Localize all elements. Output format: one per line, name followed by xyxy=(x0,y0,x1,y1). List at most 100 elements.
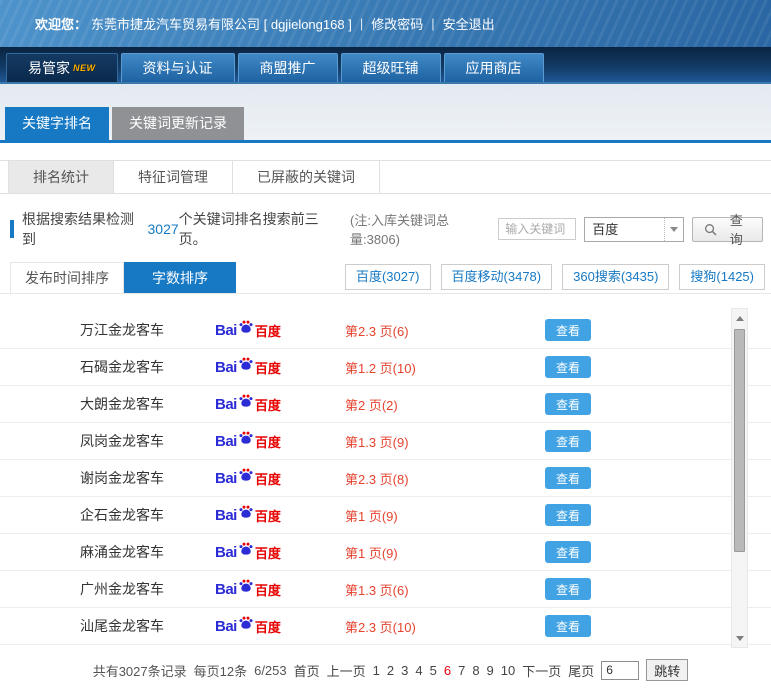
main-nav: 易管家 NEW 资料与认证 商盟推广 超级旺铺 应用商店 xyxy=(0,47,771,84)
table-row: 大朗金龙客车 Bai 百度 第2 页(2) 查看 xyxy=(0,386,771,423)
subtab-bar: 排名统计 特征词管理 已屏蔽的关键词 xyxy=(0,160,771,194)
view-button[interactable]: 查看 xyxy=(545,467,591,489)
view-button[interactable]: 查看 xyxy=(545,319,591,341)
company-name: 东莞市捷龙汽车贸易有限公司 [ dgjielong168 ] xyxy=(91,17,352,32)
table-row: 谢岗金龙客车 Bai 百度 第2.3 页(8) 查看 xyxy=(0,460,771,497)
keyword-cell: 凤岗金龙客车 xyxy=(80,433,164,449)
baidu-logo: Bai 百度 xyxy=(215,430,345,452)
baidu-logo-du: 百度 xyxy=(254,508,281,524)
logout-link[interactable]: 安全退出 xyxy=(443,14,495,33)
baidu-logo-bai: Bai xyxy=(215,469,237,487)
page-number-7[interactable]: 7 xyxy=(458,663,465,678)
view-button[interactable]: 查看 xyxy=(545,578,591,600)
scroll-down-icon[interactable] xyxy=(732,631,747,645)
baidu-logo-bai: Bai xyxy=(215,395,237,413)
page: 欢迎您： 东莞市捷龙汽车贸易有限公司 [ dgjielong168 ] | 修改… xyxy=(0,0,771,700)
filter-baidu-mobile[interactable]: 百度移动(3478) xyxy=(440,264,553,290)
baidu-paw-icon xyxy=(239,616,253,629)
baidu-paw-icon xyxy=(239,468,253,481)
page-number-2[interactable]: 2 xyxy=(387,663,394,678)
page-number-9[interactable]: 9 xyxy=(487,663,494,678)
baidu-paw-icon xyxy=(239,505,253,518)
view-button[interactable]: 查看 xyxy=(545,541,591,563)
page-number-5[interactable]: 5 xyxy=(430,663,437,678)
view-button[interactable]: 查看 xyxy=(545,356,591,378)
rank-cell: 第2.3 页(6) xyxy=(345,323,409,339)
change-password-link[interactable]: 修改密码 xyxy=(371,14,423,33)
table-row: 麻涌金龙客车 Bai 百度 第1 页(9) 查看 xyxy=(0,534,771,571)
nav-tab-super-shop[interactable]: 超级旺铺 xyxy=(340,53,441,82)
filter-baidu[interactable]: 百度(3027) xyxy=(344,264,431,290)
page-number-3[interactable]: 3 xyxy=(401,663,408,678)
tab-row: 关键字排名 关键词更新记录 xyxy=(0,107,771,140)
rank-cell: 第1.3 页(9) xyxy=(345,434,409,450)
nav-tab-app-store[interactable]: 应用商店 xyxy=(443,53,544,82)
page-number-4[interactable]: 4 xyxy=(415,663,422,678)
welcome-prefix: 欢迎您： xyxy=(35,17,88,32)
keyword-cell: 企石金龙客车 xyxy=(80,507,164,523)
nav-tab-alliance-promo[interactable]: 商盟推广 xyxy=(237,53,338,82)
prev-page-link[interactable]: 上一页 xyxy=(327,661,366,680)
nav-tab-credentials[interactable]: 资料与认证 xyxy=(120,53,235,82)
new-badge: NEW xyxy=(73,63,96,73)
accent-bar xyxy=(10,220,14,238)
nav-tab-yiguanjia[interactable]: 易管家 NEW xyxy=(6,53,118,82)
query-button[interactable]: 查 询 xyxy=(691,213,763,247)
engine-select[interactable]: 百度 xyxy=(584,216,684,242)
subtab-feature-words[interactable]: 特征词管理 xyxy=(114,161,233,193)
per-page: 每页12条 xyxy=(193,663,248,679)
keyword-count: 3027 xyxy=(147,221,179,237)
rank-cell: 第2.3 页(8) xyxy=(345,471,409,487)
pagination: 共有3027条记录 每页12条 6/253 首页 上一页 1 2 3 4 5 6… xyxy=(0,659,771,681)
nav-tab-label: 应用商店 xyxy=(465,60,522,76)
page-number-6-current[interactable]: 6 xyxy=(444,663,451,678)
table-scrollbar[interactable] xyxy=(731,308,748,648)
tab-keyword-ranking[interactable]: 关键字排名 xyxy=(5,107,109,140)
baidu-paw-icon xyxy=(239,320,253,333)
baidu-logo-du: 百度 xyxy=(254,434,281,450)
subtab-blocked-keywords[interactable]: 已屏蔽的关键词 xyxy=(233,161,380,193)
baidu-logo-bai: Bai xyxy=(215,543,237,561)
next-page-link[interactable]: 下一页 xyxy=(522,661,561,680)
baidu-logo: Bai 百度 xyxy=(215,319,345,341)
keyword-cell: 石碣金龙客车 xyxy=(80,359,164,375)
engine-select-value: 百度 xyxy=(592,221,619,237)
summary-after: 个关键词排名搜索前三页。 xyxy=(178,211,319,247)
chevron-down-icon xyxy=(663,217,683,241)
sort-tab-word-count[interactable]: 字数排序 xyxy=(124,262,236,293)
view-button[interactable]: 查看 xyxy=(545,393,591,415)
baidu-logo-bai: Bai xyxy=(215,432,237,450)
search-icon xyxy=(704,223,717,236)
first-page-link[interactable]: 首页 xyxy=(294,661,320,680)
main-content: 排名统计 特征词管理 已屏蔽的关键词 根据搜索结果检测到 3027 个关键词排名… xyxy=(0,143,771,681)
rank-cell: 第1 页(9) xyxy=(345,545,398,561)
view-button[interactable]: 查看 xyxy=(545,615,591,637)
view-button[interactable]: 查看 xyxy=(545,504,591,526)
summary-before: 根据搜索结果检测到 xyxy=(21,211,134,247)
subtab-ranking-stats[interactable]: 排名统计 xyxy=(8,161,114,193)
page-number-10[interactable]: 10 xyxy=(501,663,515,678)
view-button[interactable]: 查看 xyxy=(545,430,591,452)
page-number-1[interactable]: 1 xyxy=(373,663,380,678)
sort-tab-publish-time[interactable]: 发布时间排序 xyxy=(10,262,124,293)
separator: | xyxy=(359,16,364,31)
table-row: 石碣金龙客车 Bai 百度 第1.2 页(10) 查看 xyxy=(0,349,771,386)
filter-sogou[interactable]: 搜狗(1425) xyxy=(679,264,765,290)
page-number-8[interactable]: 8 xyxy=(472,663,479,678)
scroll-up-icon[interactable] xyxy=(732,311,747,325)
tab-keyword-update-log[interactable]: 关键词更新记录 xyxy=(112,107,244,140)
baidu-logo: Bai 百度 xyxy=(215,467,345,489)
welcome-bar: 欢迎您： 东莞市捷龙汽车贸易有限公司 [ dgjielong168 ] | 修改… xyxy=(0,0,771,47)
baidu-paw-icon xyxy=(239,542,253,555)
filter-360-search[interactable]: 360搜索(3435) xyxy=(562,264,670,290)
baidu-logo-bai: Bai xyxy=(215,358,237,376)
keyword-cell: 谢岗金龙客车 xyxy=(80,470,164,486)
jump-page-input[interactable] xyxy=(601,660,640,680)
summary-text: 根据搜索结果检测到 3027 个关键词排名搜索前三页。 (注:入库关键词总量:3… xyxy=(10,209,498,249)
separator: | xyxy=(431,16,435,31)
search-input[interactable] xyxy=(498,218,577,240)
query-button-label: 查 询 xyxy=(729,213,743,247)
scrollbar-thumb[interactable] xyxy=(734,329,745,552)
last-page-link[interactable]: 尾页 xyxy=(568,661,594,680)
jump-button[interactable]: 跳转 xyxy=(646,659,689,681)
